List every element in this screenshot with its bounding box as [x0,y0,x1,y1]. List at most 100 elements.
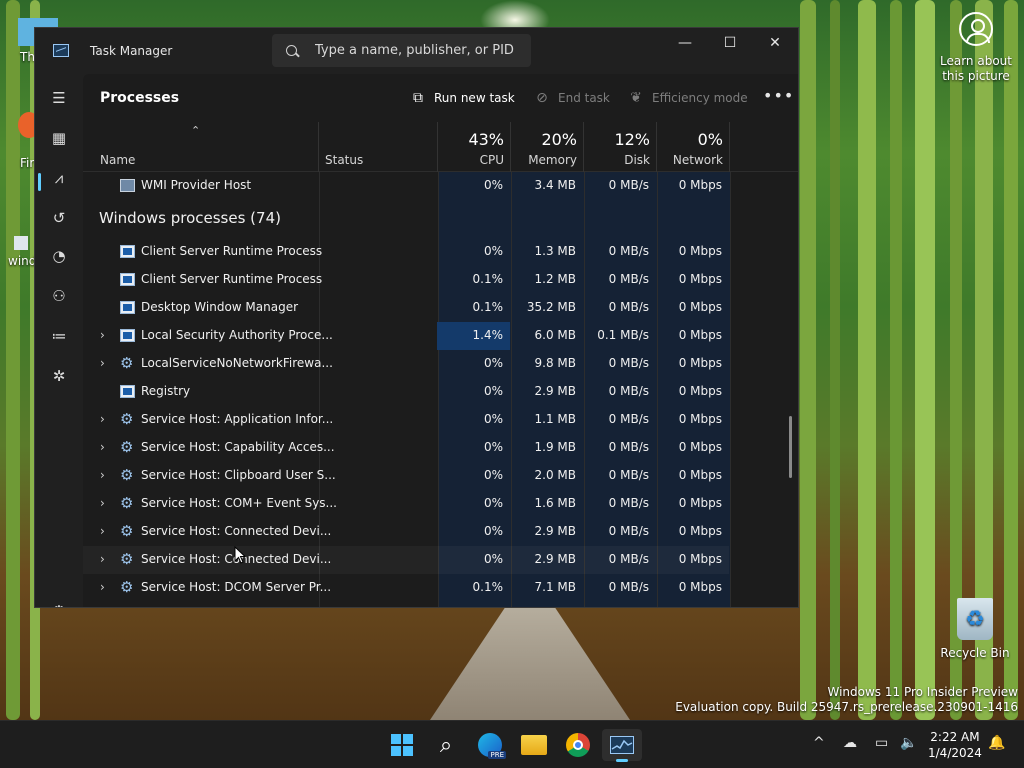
disk-value: 0 MB/s [608,552,649,566]
desktop-icon-partial[interactable]: wind [0,236,36,268]
network-icon[interactable]: ▭ [875,735,888,751]
startup-apps-icon[interactable]: ◔ [45,242,73,270]
table-row[interactable]: › ⚙ Service Host: Application Infor... 0% 1.… [83,406,729,434]
users-icon[interactable]: ⚇ [45,282,73,310]
search-icon: ⌕ [439,732,453,758]
cpu-value: 0% [483,356,503,370]
run-task-icon: ⧉ [413,90,423,106]
search-box[interactable] [272,34,531,67]
table-row[interactable]: Client Server Runtime Process 0.1% 1.2 MB 0… [83,266,729,294]
disk-value: 0 MB/s [608,356,649,370]
column-status[interactable]: Status [319,122,438,172]
table-row[interactable]: WMI Provider Host 0% 3.4 MB 0 MB/s 0 Mbp… [83,172,729,200]
group-header-windows-processes[interactable]: Windows processes (74) [99,209,281,227]
chevron-right-icon[interactable]: › [100,356,105,370]
table-row[interactable]: › ⚙ Service Host: Capability Acces... 0% 1.9… [83,434,729,462]
more-options-button[interactable]: ••• [763,86,794,105]
bamboo-stalk [6,0,20,720]
table-row[interactable]: Desktop Window Manager 0.1% 35.2 MB 0 MB/s 0… [83,294,729,322]
chevron-right-icon[interactable]: › [100,580,105,594]
minimize-button[interactable]: — [662,28,708,58]
column-disk[interactable]: 12% Disk [584,122,657,172]
cpu-value: 0.1% [472,300,504,314]
chevron-right-icon[interactable]: › [100,468,105,482]
table-row[interactable]: › ⚙ LocalServiceNoNetworkFirewa... 0% 9.8 MB… [83,350,729,378]
memory-value: 3.4 MB [534,178,576,192]
start-button[interactable] [382,729,422,761]
settings-icon[interactable]: ⚙ [45,597,73,607]
hamburger-icon[interactable]: ☰ [45,84,73,112]
network-total: 0% [697,130,723,149]
maximize-button[interactable]: ☐ [707,28,753,58]
process-name: Client Server Runtime Process [141,244,323,258]
search-input[interactable] [315,43,515,58]
process-name: LocalServiceNoNetworkFirewa... [141,356,333,370]
app-history-icon[interactable]: ↺ [45,204,73,232]
learn-about-picture[interactable]: Learn about this picture [934,12,1018,84]
network-value: 0 Mbps [678,384,722,398]
table-row[interactable]: Registry 0% 2.9 MB 0 MB/s 0 Mbps [83,378,729,406]
table-row[interactable]: › ⚙ Service Host: DCOM Server Pr... 0.1% 7.1… [83,574,729,602]
file-explorer-button[interactable] [514,729,554,761]
table-row[interactable]: › ⚙ Service Host: Clipboard User S... 0% 2.0… [83,462,729,490]
column-label: Disk [624,153,650,167]
chrome-button[interactable] [558,729,598,761]
end-task-button[interactable]: ⊘ End task [534,88,610,108]
clock[interactable]: 2:22 AM 1/4/2024 [928,729,982,761]
process-name: Client Server Runtime Process [141,272,323,286]
recycle-bin[interactable]: ♻ Recycle Bin [940,598,1010,660]
process-name: Service Host: Connected Devi... [141,524,332,538]
column-memory[interactable]: 20% Memory [511,122,584,172]
window-process-icon [120,301,135,314]
table-row[interactable]: › ⚙ Service Host: COM+ Event Sys... 0% 1.6 M… [83,490,729,518]
process-name: Registry [141,384,191,398]
volume-icon[interactable]: 🔈 [900,735,917,751]
chevron-right-icon[interactable]: › [100,552,105,566]
desktop-icon-label: Th [20,50,35,64]
show-hidden-icons-button[interactable]: ^ [813,735,825,751]
toolbar: Processes ⧉ Run new task ⊘ End task ❦ Ef… [83,74,798,122]
memory-value: 7.1 MB [534,580,576,594]
cpu-value: 0% [483,384,503,398]
table-row[interactable]: Client Server Runtime Process 0% 1.3 MB 0 M… [83,238,729,266]
table-row[interactable]: › Local Security Authority Proce... 1.4% 6.… [83,322,729,350]
column-headers: ⌃ Name Status 43% CPU 20% Memory 12% Dis… [83,122,798,172]
process-name: Desktop Window Manager [141,300,299,314]
table-row[interactable]: › ⚙ Service Host: Connected Devi... 0% 2.9 M… [83,518,729,546]
disk-value: 0 MB/s [608,384,649,398]
network-value: 0 Mbps [678,328,722,342]
efficiency-mode-button[interactable]: ❦ Efficiency mode [628,88,748,108]
processes-icon[interactable]: ▦ [45,124,73,152]
bamboo-stalk [858,0,876,720]
run-new-task-button[interactable]: ⧉ Run new task [410,88,515,108]
cpu-value: 0% [483,468,503,482]
disk-value: 0 MB/s [608,412,649,426]
title-bar[interactable]: Task Manager — ☐ ✕ [35,28,798,74]
edge-beta-button[interactable]: PRE [470,729,510,761]
scrollbar-thumb[interactable] [789,416,792,478]
notification-bell-icon[interactable]: 🔔 [988,735,1005,751]
column-network[interactable]: 0% Network [657,122,730,172]
watermark-line: Windows 11 Pro Insider Preview [827,685,1018,699]
chevron-right-icon[interactable]: › [100,440,105,454]
column-cpu[interactable]: 43% CPU [438,122,511,172]
memory-value: 1.9 MB [534,440,576,454]
memory-value: 1.6 MB [534,496,576,510]
chevron-right-icon[interactable]: › [100,328,105,342]
services-icon[interactable]: ✲ [45,362,73,390]
search-taskbar-button[interactable]: ⌕ [426,729,466,761]
onedrive-offline-icon[interactable]: ☁ [843,735,857,751]
chevron-right-icon[interactable]: › [100,496,105,510]
learn-about-picture-label: Learn about this picture [940,54,1012,83]
column-name[interactable]: ⌃ Name [83,122,319,172]
cpu-value: 0% [483,552,503,566]
table-row[interactable]: › ⚙ Service Host: Connected Devi... 0% 2.9 M… [83,546,729,574]
close-button[interactable]: ✕ [752,28,798,58]
end-task-icon: ⊘ [536,90,548,106]
performance-icon[interactable]: ⩘ [45,164,73,192]
details-icon[interactable]: ≔ [45,322,73,350]
task-manager-taskbar-button[interactable] [602,729,642,762]
chevron-right-icon[interactable]: › [100,412,105,426]
chevron-right-icon[interactable]: › [100,524,105,538]
bamboo-stalk [830,0,840,720]
